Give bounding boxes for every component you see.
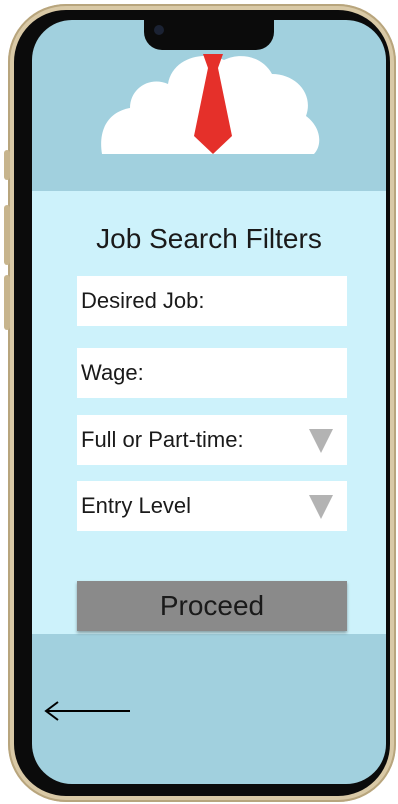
back-arrow-icon[interactable] [42, 696, 132, 726]
desired-job-label: Desired Job: [81, 288, 205, 313]
cloud-tie-logo [101, 54, 320, 154]
page-title: Job Search Filters [96, 223, 322, 254]
camera-icon [154, 25, 164, 35]
filters-panel: Job Search Filters Desired Job: Wage: Fu… [32, 191, 386, 634]
experience-level-value: Entry Level [81, 493, 192, 518]
employment-type-value: Full or Part-time: [81, 427, 244, 452]
chevron-down-icon[interactable] [309, 495, 333, 519]
chevron-down-icon[interactable] [309, 429, 333, 453]
desired-job-field[interactable]: Desired Job: [77, 276, 347, 326]
proceed-button[interactable]: Proceed [77, 581, 347, 631]
side-button [4, 150, 10, 180]
wage-field[interactable]: Wage: [77, 348, 347, 398]
experience-level-select[interactable]: Entry Level [77, 481, 347, 531]
wage-label: Wage: [81, 360, 144, 385]
phone-screen: Job Search Filters Desired Job: Wage: Fu… [32, 20, 386, 784]
employment-type-select[interactable]: Full or Part-time: [77, 415, 347, 465]
side-button [4, 205, 10, 265]
side-button [4, 275, 10, 330]
